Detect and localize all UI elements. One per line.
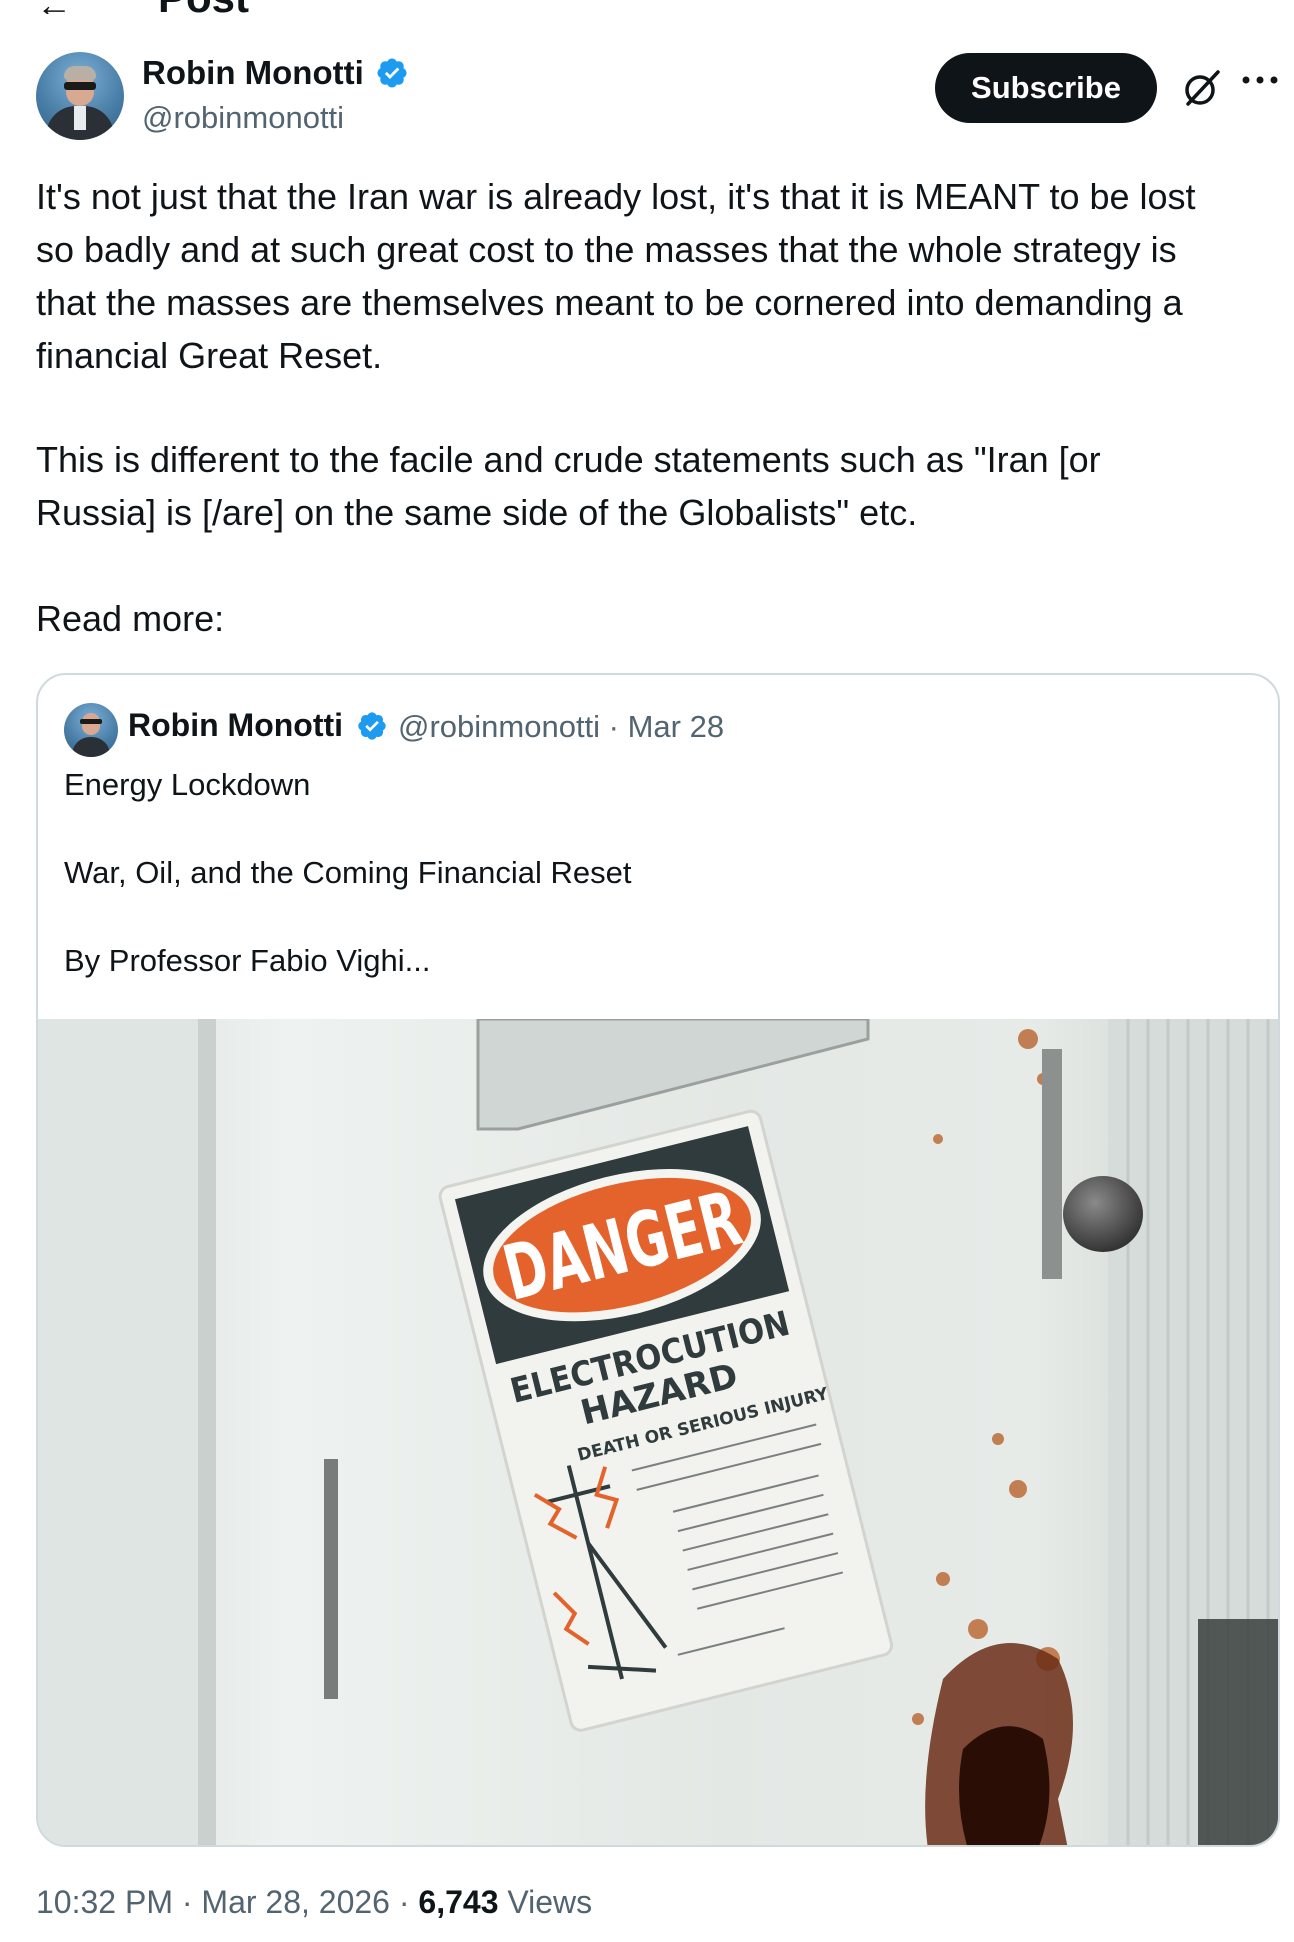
quoted-post-card[interactable]: Robin Monotti @robinmonotti · Mar 28 Ene… — [36, 673, 1280, 1847]
post-paragraph-2: This is different to the facile and crud… — [36, 433, 1286, 539]
author-avatar[interactable] — [36, 52, 124, 140]
views-count: 6,743 — [418, 1884, 499, 1920]
post-line: that the masses are themselves meant to … — [36, 282, 1183, 323]
post-line: so badly and at such great cost to the m… — [36, 229, 1177, 270]
quoted-image[interactable]: DANGER ELECTROCUTION HAZARD DEATH OR SER… — [38, 1019, 1278, 1845]
post-paragraph-3: Read more: — [36, 598, 225, 639]
separator: · — [398, 1884, 410, 1920]
subscribe-button[interactable]: Subscribe — [935, 53, 1157, 123]
post-line: financial Great Reset. — [36, 335, 383, 376]
post-paragraph-1: It's not just that the Iran war is alrea… — [36, 170, 1286, 382]
quoted-line: War, Oil, and the Coming Financial Reset — [64, 855, 632, 890]
author-name[interactable]: Robin Monotti — [142, 54, 364, 92]
post-line: Russia] is [/are] on the same side of th… — [36, 492, 918, 533]
views-label: Views — [507, 1884, 593, 1920]
post-page: ← Post Robin Monotti @robinmonotti Subsc… — [0, 0, 1294, 1942]
separator: · — [181, 1884, 193, 1920]
verified-badge-icon — [358, 712, 386, 740]
post-line: It's not just that the Iran war is alrea… — [36, 176, 1196, 217]
quoted-meta: @robinmonotti · Mar 28 — [398, 709, 725, 744]
quoted-author-avatar — [64, 703, 118, 757]
author-handle[interactable]: @robinmonotti — [142, 100, 344, 136]
post-date[interactable]: Mar 28, 2026 — [201, 1884, 390, 1920]
grok-icon[interactable] — [1180, 66, 1224, 110]
verified-badge-icon — [377, 58, 407, 88]
post-footer: 10:32 PM · Mar 28, 2026 · 6,743 Views — [36, 1884, 592, 1921]
more-icon[interactable] — [1240, 70, 1280, 90]
post-line: This is different to the facile and crud… — [36, 439, 1101, 480]
post-time[interactable]: 10:32 PM — [36, 1884, 173, 1920]
page-title: Post — [158, 0, 249, 14]
quoted-author-name: Robin Monotti — [128, 707, 344, 743]
quoted-line: Energy Lockdown — [64, 767, 311, 802]
back-arrow-icon[interactable]: ← — [36, 0, 72, 14]
quoted-text: Energy Lockdown War, Oil, and the Coming… — [64, 763, 1244, 983]
danger-sign-photo: DANGER ELECTROCUTION HAZARD DEATH OR SER… — [38, 1019, 1278, 1845]
top-bar: ← Post — [0, 0, 1294, 14]
quoted-line: By Professor Fabio Vighi... — [64, 943, 431, 978]
